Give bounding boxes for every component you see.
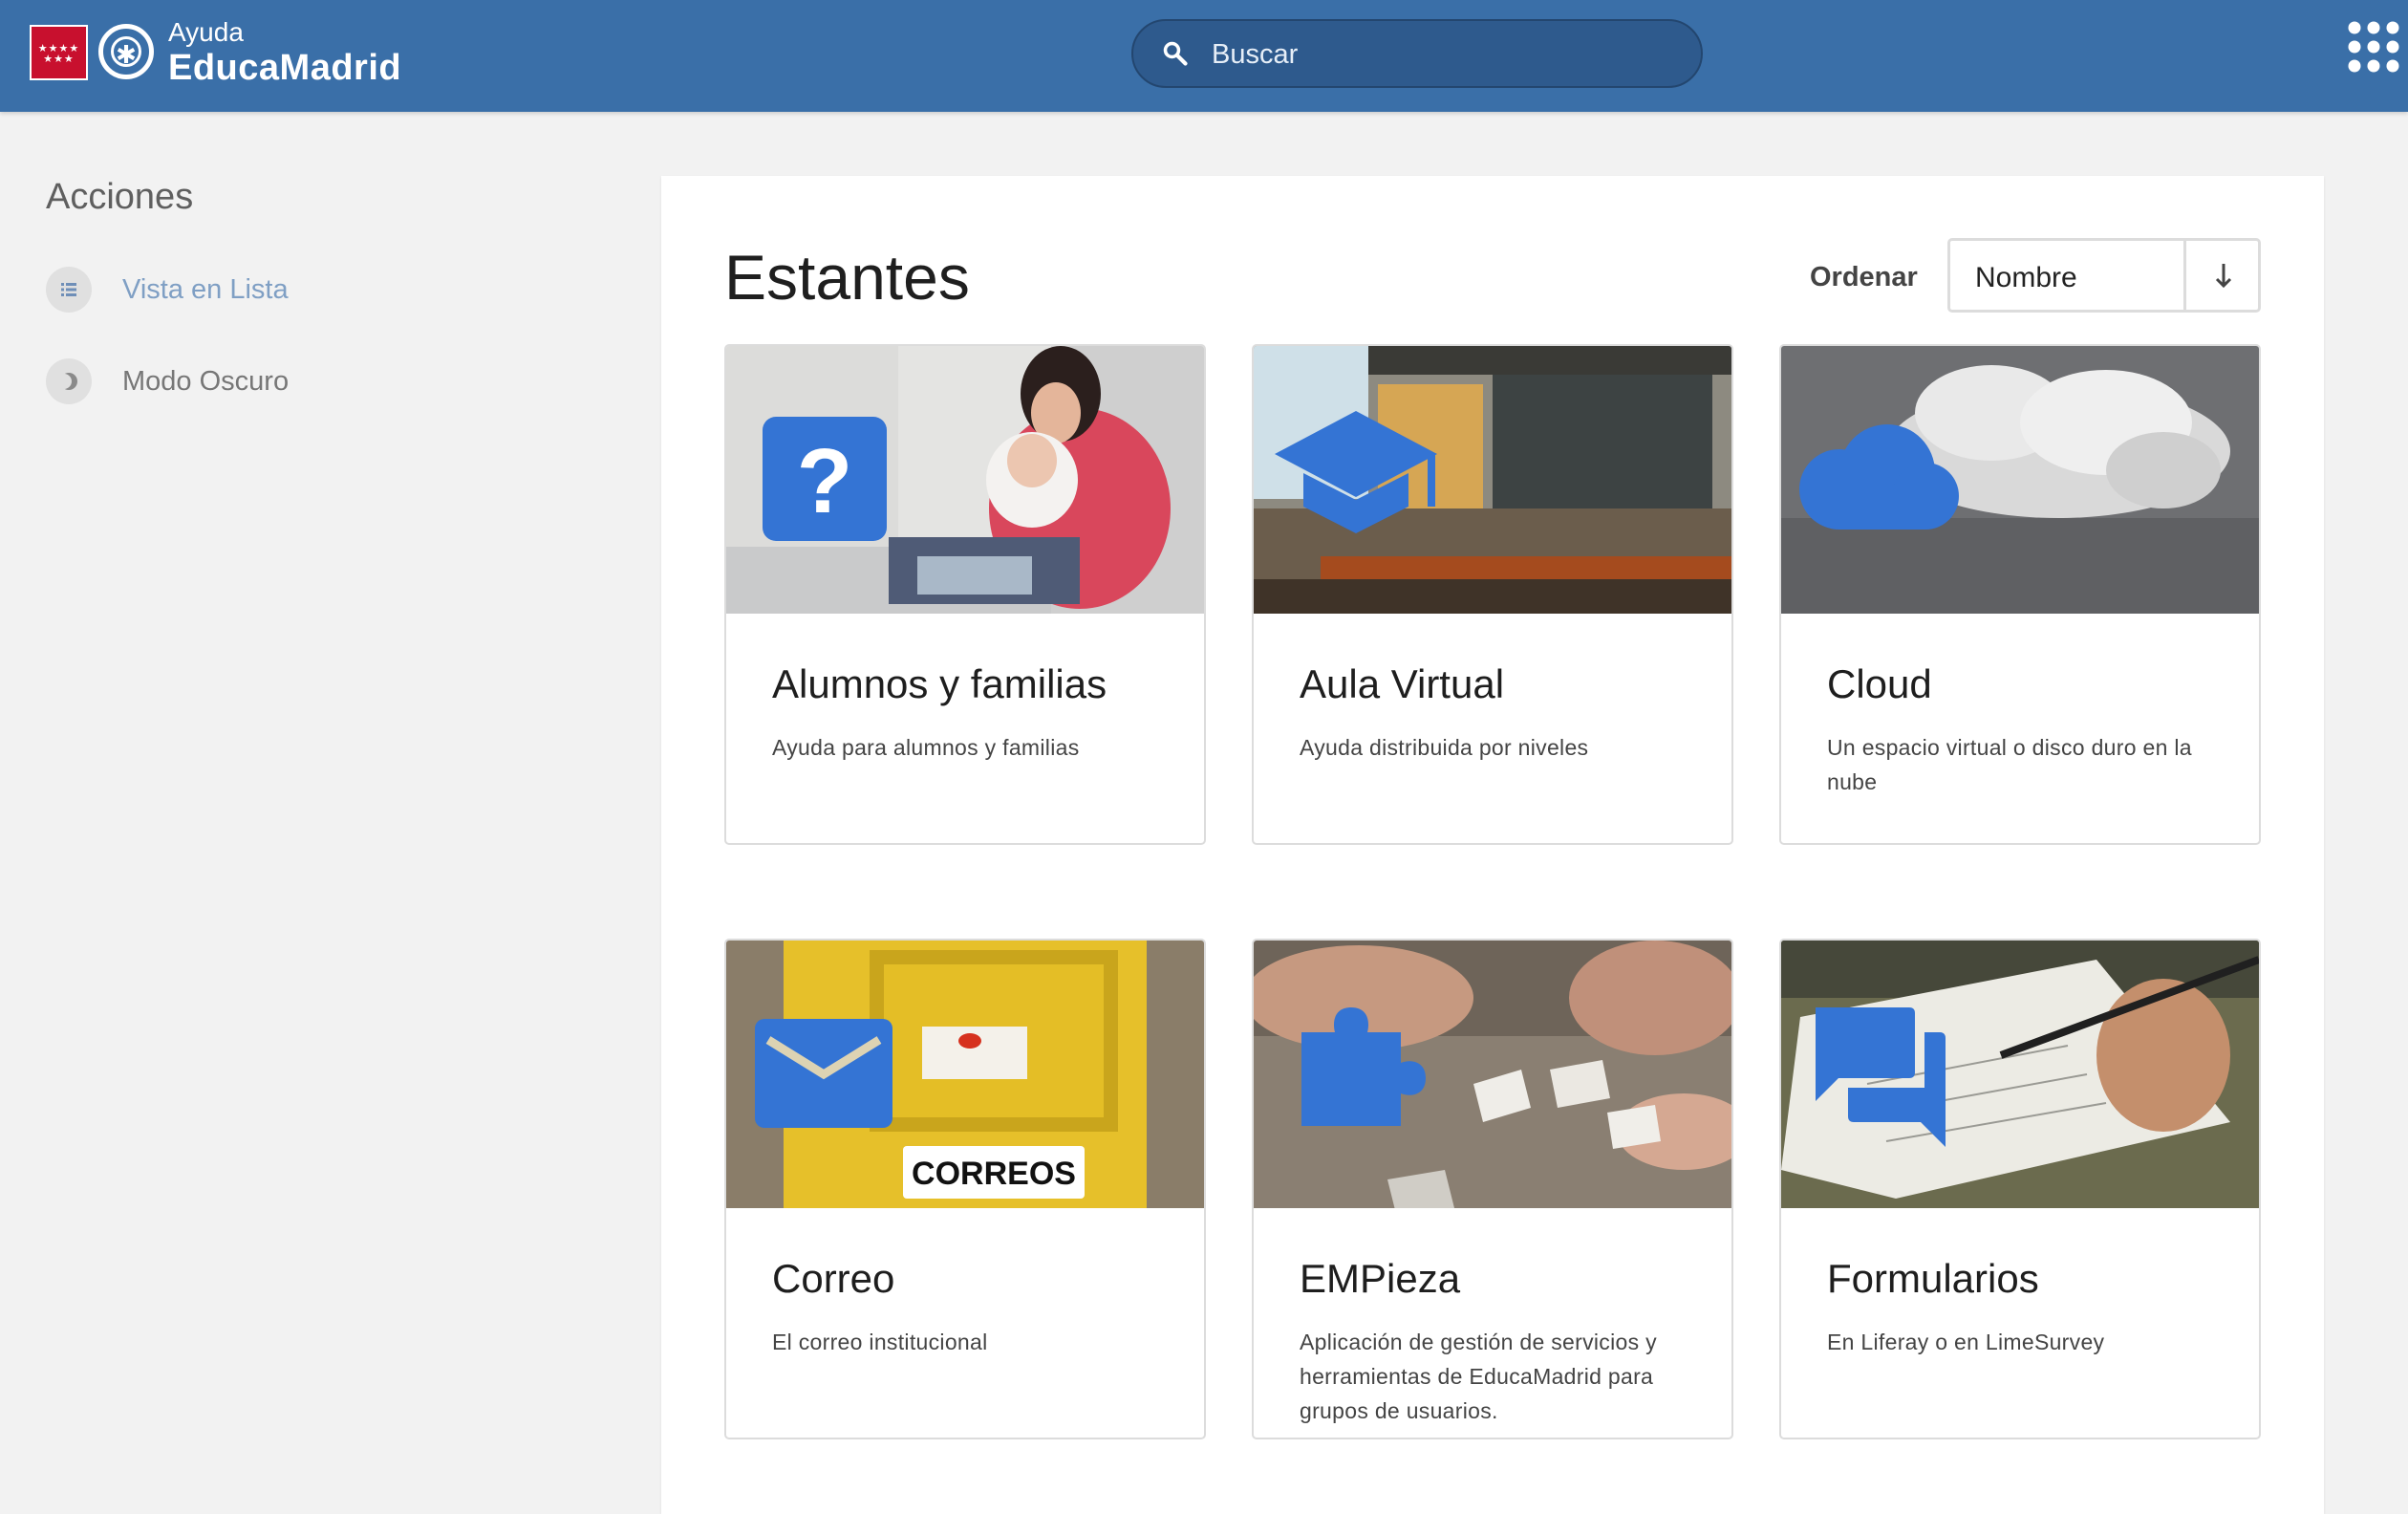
chat-icon [1816, 1007, 1946, 1147]
shelf-card-empieza[interactable]: EMPieza Aplicación de gestión de servici… [1252, 939, 1733, 1439]
apps-grid-icon[interactable] [2347, 20, 2400, 74]
search-icon [1163, 41, 1188, 66]
moon-icon [46, 358, 92, 404]
madrid-flag-logo[interactable]: ★★★★ ★★★ [30, 25, 88, 80]
svg-text:?: ? [797, 430, 853, 532]
card-description: Un espacio virtual o disco duro en la nu… [1827, 735, 2192, 794]
card-image [1781, 941, 2259, 1208]
sort-select[interactable]: Nombre [1947, 238, 2261, 313]
question-icon: ? [763, 417, 887, 541]
card-image: CORREOS [726, 941, 1204, 1208]
shelf-card-alumnos[interactable]: ? Alumnos y familias Ayuda para alumnos … [724, 344, 1206, 845]
sort-label: Ordenar [1810, 262, 1918, 292]
sidebar-title: Acciones [46, 177, 194, 217]
graduation-cap-icon [1275, 411, 1437, 533]
search-input[interactable] [1210, 34, 1672, 75]
cloud-icon [1799, 424, 1959, 530]
sidebar-item-label: Vista en Lista [122, 274, 289, 305]
shelves-panel: Estantes Ordenar Nombre ? Alumnos y fami… [661, 176, 2324, 1514]
card-image [1254, 941, 1731, 1208]
card-title: Alumnos y familias [772, 661, 1107, 706]
card-description: El correo institucional [772, 1330, 988, 1354]
sort-select-value: Nombre [1975, 262, 2077, 293]
top-header: ★★★★ ★★★ ✱ Ayuda EducaMadrid [0, 0, 2408, 112]
card-image [1254, 346, 1731, 614]
card-description: Ayuda para alumnos y familias [772, 735, 1080, 760]
shelf-card-formularios[interactable]: Formularios En Liferay o en LimeSurvey [1779, 939, 2261, 1439]
search-bar[interactable] [1131, 19, 1703, 88]
shelf-card-cloud[interactable]: Cloud Un espacio virtual o disco duro en… [1779, 344, 2261, 845]
puzzle-icon [1301, 1007, 1426, 1126]
educamadrid-logo-icon[interactable]: ✱ [98, 24, 154, 79]
shelf-card-correo[interactable]: CORREOS Correo El correo institucional [724, 939, 1206, 1439]
list-icon [46, 267, 92, 313]
card-title: Cloud [1827, 661, 1932, 706]
card-title: Aula Virtual [1300, 661, 1505, 706]
logo-title[interactable]: EducaMadrid [168, 48, 401, 89]
page-title: Estantes [724, 242, 970, 313]
sort-divider [2183, 241, 2186, 310]
card-description: En Liferay o en LimeSurvey [1827, 1330, 2105, 1354]
sort-direction-icon[interactable] [2195, 254, 2252, 296]
card-title: Formularios [1827, 1256, 2039, 1301]
card-image [1781, 346, 2259, 614]
envelope-icon [755, 1019, 892, 1128]
sidebar-item-label: Modo Oscuro [122, 366, 290, 397]
logo-subtitle: Ayuda [168, 17, 244, 47]
card-title: EMPieza [1300, 1256, 1461, 1301]
card-title: Correo [772, 1256, 895, 1301]
card-description: Aplicación de gestión de servicios y her… [1300, 1330, 1657, 1423]
card-description: Ayuda distribuida por niveles [1300, 735, 1589, 760]
mailbox-sign: CORREOS [912, 1156, 1076, 1192]
shelf-card-aula-virtual[interactable]: Aula Virtual Ayuda distribuida por nivel… [1252, 344, 1733, 845]
card-image: ? [726, 346, 1204, 614]
